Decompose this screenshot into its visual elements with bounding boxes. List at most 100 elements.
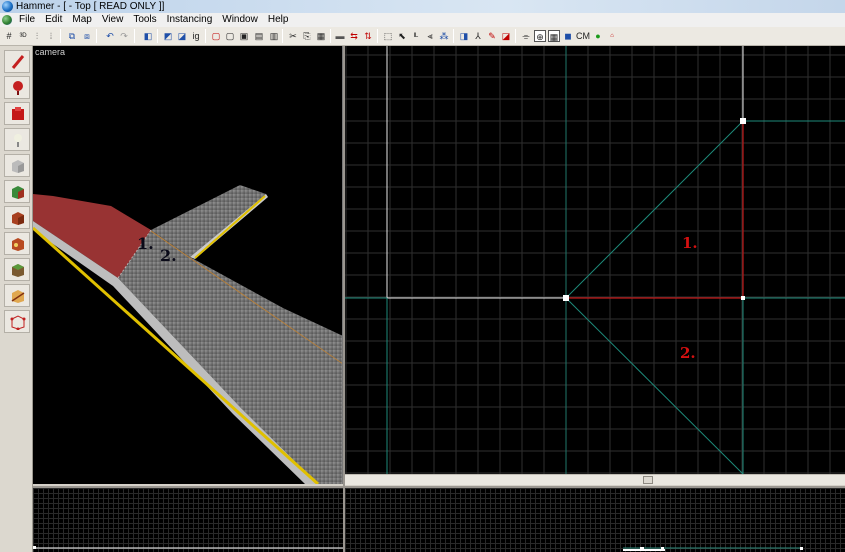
- 3d-grid-icon[interactable]: ³ᴰ: [17, 30, 29, 42]
- map-info-icon[interactable]: ◪: [500, 30, 512, 42]
- paste-icon[interactable]: ▦: [315, 30, 327, 42]
- selection-tool-icon: [11, 55, 25, 69]
- camera-annotation-2: 2.: [160, 246, 177, 265]
- vertex-handle: [563, 295, 569, 301]
- front-scene: [33, 546, 343, 549]
- toolbar-separator: [515, 29, 516, 43]
- menu-view[interactable]: View: [97, 13, 129, 27]
- tool-clipping[interactable]: [4, 284, 30, 307]
- toggle-groups-icon[interactable]: ⁂: [438, 30, 450, 42]
- snap-to-grid-icon[interactable]: ⌯: [520, 30, 532, 42]
- title-bar: Hammer - [ - Top [ READ ONLY ]]: [0, 0, 845, 13]
- tool-entity[interactable]: [4, 128, 30, 151]
- main-toolbar: # ³ᴰ ⫶ ⦙ ⧉ ⧈ ↶ ↷ ◧ ◩ ◪ ig ▢ ▢ ▣ ▤ ▥ ✂ ⎘ …: [0, 27, 845, 46]
- tool-apply-texture[interactable]: [4, 206, 30, 229]
- tool-overlay[interactable]: [4, 258, 30, 281]
- run-map-icon[interactable]: ●: [592, 30, 604, 42]
- vertex-handle: [740, 118, 746, 124]
- apply-current-texture-icon: [12, 212, 24, 225]
- camera-tool-icon: [12, 107, 24, 120]
- toggle-helpers-icon[interactable]: ▥: [268, 30, 280, 42]
- tool-selection[interactable]: [4, 50, 30, 73]
- hide-selected-icon[interactable]: ◧: [142, 30, 154, 42]
- hide-unselected-icon[interactable]: ◪: [176, 30, 188, 42]
- tool-texture-application[interactable]: [4, 180, 30, 203]
- magnify-tool-icon: [13, 81, 23, 95]
- align-left-icon[interactable]: ▬: [334, 30, 346, 42]
- group-icon[interactable]: ⧈: [81, 30, 93, 42]
- menu-tools[interactable]: Tools: [128, 13, 161, 27]
- top-annotation-2: 2.: [680, 344, 696, 362]
- redo-icon[interactable]: ↷: [118, 30, 130, 42]
- grid-smaller-icon[interactable]: ⫶: [31, 30, 43, 42]
- entity-tool-icon: [14, 134, 22, 147]
- side-viewport[interactable]: [345, 486, 845, 552]
- draw-lighting-icon[interactable]: ⌂: [606, 30, 618, 42]
- flip-vertical-icon[interactable]: ⇅: [362, 30, 374, 42]
- select-all-icon[interactable]: ⬚: [382, 30, 394, 42]
- window-title: Hammer - [ - Top [ READ ONLY ]]: [16, 1, 165, 12]
- main-road-surface: [118, 230, 342, 484]
- tool-magnify[interactable]: [4, 76, 30, 99]
- grid-overlay-icon[interactable]: ▦: [548, 30, 560, 42]
- top-viewport[interactable]: 1. 2.: [345, 46, 845, 474]
- solid-tie-to-entity-icon[interactable]: ▢: [210, 30, 222, 42]
- layers-icon[interactable]: ◼: [562, 30, 574, 42]
- grid-larger-icon[interactable]: ⦙: [45, 30, 57, 42]
- decal-tool-icon: [12, 238, 24, 251]
- camera-viewport[interactable]: camera 1. 2.: [33, 46, 343, 484]
- camera-annotation-1: 1.: [137, 234, 154, 253]
- menu-edit[interactable]: Edit: [40, 13, 67, 27]
- cordon-toggle-button[interactable]: CM: [576, 30, 590, 42]
- scrollbar-thumb[interactable]: [643, 476, 653, 484]
- select-pointer-icon[interactable]: ⬉: [396, 30, 408, 42]
- undo-icon[interactable]: ↶: [104, 30, 116, 42]
- menu-window[interactable]: Window: [217, 13, 263, 27]
- menu-map[interactable]: Map: [67, 13, 96, 27]
- move-to-world-icon[interactable]: ▢: [224, 30, 236, 42]
- menu-bar: File Edit Map View Tools Instancing Wind…: [0, 13, 845, 27]
- texture-lock-icon[interactable]: ▣: [238, 30, 250, 42]
- viewport-label: camera: [35, 47, 66, 57]
- tool-decal[interactable]: [4, 232, 30, 255]
- hammer-editor-window: Hammer - [ - Top [ READ ONLY ]] File Edi…: [0, 0, 845, 552]
- front-viewport[interactable]: [33, 486, 343, 552]
- ignore-grouping-icon[interactable]: ig: [190, 30, 202, 42]
- cut-icon[interactable]: ✂: [287, 30, 299, 42]
- top-viewport-scrollbar[interactable]: [345, 474, 845, 485]
- tool-block[interactable]: [4, 154, 30, 177]
- menu-items: File Edit Map View Tools Instancing Wind…: [14, 13, 293, 27]
- tool-palette: [0, 46, 33, 552]
- menu-instancing[interactable]: Instancing: [162, 13, 218, 27]
- clip-icon[interactable]: ⫷: [424, 30, 436, 42]
- menu-help[interactable]: Help: [263, 13, 294, 27]
- show-all-icon[interactable]: ◩: [162, 30, 174, 42]
- side-scene: [623, 547, 803, 551]
- tool-camera[interactable]: [4, 102, 30, 125]
- toolbar-separator: [377, 29, 378, 43]
- top-annotation-1: 1.: [682, 234, 698, 252]
- menu-file[interactable]: File: [14, 13, 40, 27]
- flip-horizontal-icon[interactable]: ⇆: [348, 30, 360, 42]
- document-icon[interactable]: [2, 15, 12, 25]
- toolbar-separator: [453, 29, 454, 43]
- copy-icon[interactable]: ⎘: [301, 30, 313, 42]
- tool-vertex[interactable]: [4, 310, 30, 333]
- overlay-tool-icon: [12, 264, 24, 277]
- toolbar-separator: [157, 29, 158, 43]
- texture-bar-icon[interactable]: ᴵᴸ: [410, 30, 422, 42]
- target-icon[interactable]: ⊕: [534, 30, 546, 42]
- compile-icon[interactable]: ◨: [458, 30, 470, 42]
- entity-report-icon[interactable]: ⅄: [472, 30, 484, 42]
- hammer-app-icon: [2, 1, 13, 12]
- toolbar-separator: [282, 29, 283, 43]
- grid-toggle-icon[interactable]: #: [3, 30, 15, 42]
- block-tool-icon: [12, 160, 24, 173]
- clipping-tool-icon: [11, 290, 25, 303]
- carve-icon[interactable]: ⧉: [66, 30, 78, 42]
- toolbar-separator: [330, 29, 331, 43]
- texture-scale-lock-icon[interactable]: ▤: [253, 30, 265, 42]
- check-problems-icon[interactable]: ✎: [486, 30, 498, 42]
- toolbar-separator: [96, 29, 97, 43]
- top-scene: [345, 46, 845, 474]
